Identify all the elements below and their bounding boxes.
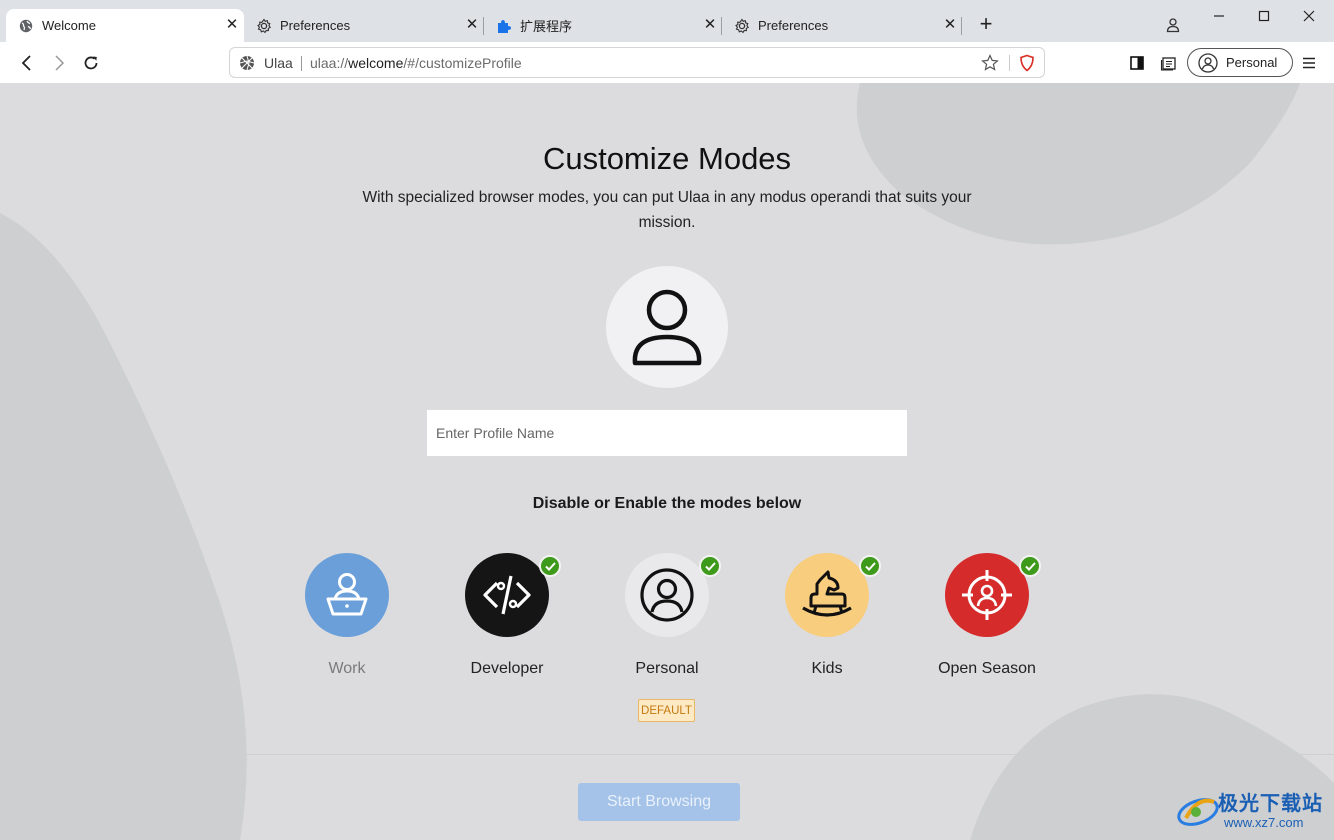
site-label: Ulaa [264,55,293,71]
toolbar: Ulaa ulaa://welcome/#/customizeProfile P… [0,42,1334,84]
mode-label: Kids [811,660,843,677]
omnibox-divider [1009,55,1010,71]
gear-icon [734,18,750,34]
mode-label: Work [328,660,366,677]
check-icon [1019,555,1041,577]
mode-developer[interactable]: Developer [427,553,587,678]
tab-label: Preferences [280,18,351,33]
page-content: Customize Modes With specialized browser… [0,83,1334,840]
mode-kids-circle[interactable] [785,553,881,637]
url-scheme: ulaa:// [310,55,349,71]
watermark-text: 极光下载站 [1218,793,1323,815]
tab-strip: Welcome ✕ Preferences ✕ 扩展程序 ✕ Preferenc… [0,0,1334,42]
mode-open-season-circle[interactable] [945,553,1041,637]
tab-divider [961,17,962,35]
hamburger-menu-icon[interactable] [1298,52,1320,74]
modes-heading: Disable or Enable the modes below [532,495,802,512]
new-tab-button[interactable]: + [975,13,997,35]
page-subtitle: With specialized browser modes, you can … [362,189,972,231]
ulaa-logo-icon [239,55,255,76]
page-title: Customize Modes [542,141,792,176]
tab-preferences[interactable]: Preferences ✕ [244,9,484,42]
mode-label: Personal [635,660,699,677]
profile-menu-button[interactable]: Personal [1187,48,1293,77]
sidebar-toggle-icon[interactable] [1126,52,1148,74]
profile-button-label: Personal [1226,55,1278,70]
profile-name-input[interactable] [427,410,907,456]
maximize-icon[interactable] [1253,6,1275,26]
work-laptop-icon [326,573,368,616]
code-icon [483,575,531,615]
url-host: welcome [348,55,404,71]
url-text[interactable]: ulaa://welcome/#/customizeProfile [310,55,522,71]
bookmark-star-icon[interactable] [981,54,999,77]
puzzle-icon [496,18,512,34]
mode-work-circle[interactable] [305,553,389,637]
tab-extensions[interactable]: 扩展程序 ✕ [484,9,722,42]
url-path: /#/customizeProfile [403,55,522,71]
shield-icon[interactable] [1019,54,1035,77]
close-icon[interactable]: ✕ [224,17,240,33]
person-icon [640,568,694,622]
profile-icon[interactable] [1162,15,1184,35]
reader-list-icon[interactable] [1158,52,1180,74]
mode-kids[interactable]: Kids [747,553,907,678]
watermark-logo-icon [1177,798,1219,826]
mode-personal-circle[interactable] [625,553,721,637]
check-icon [699,555,721,577]
mode-open-season[interactable]: Open Season [907,553,1067,678]
globe-icon [18,18,34,34]
reload-icon[interactable] [80,52,102,74]
close-icon[interactable]: ✕ [702,17,718,33]
start-browsing-button[interactable]: Start Browsing [578,783,740,821]
target-person-icon [962,570,1012,620]
mode-label: Open Season [938,660,1036,677]
mode-personal[interactable]: Personal [587,553,747,678]
footer-divider [0,754,1334,755]
tab-label: Welcome [42,18,96,33]
forward-icon[interactable] [48,52,70,74]
check-icon [539,555,561,577]
tab-label: Preferences [758,18,829,33]
check-icon [859,555,881,577]
window-close-icon[interactable] [1298,6,1320,26]
mode-work[interactable]: Work [267,553,427,678]
watermark: 极光下载站 www.xz7.com [1176,786,1326,836]
back-icon[interactable] [16,52,38,74]
rocking-horse-icon [802,570,852,617]
address-bar[interactable]: Ulaa ulaa://welcome/#/customizeProfile [229,47,1045,78]
person-icon [632,289,702,366]
omnibox-divider [301,56,302,71]
minimize-icon[interactable] [1208,6,1230,26]
default-badge: DEFAULT [638,699,695,722]
person-circle-icon [1198,52,1218,73]
tab-label: 扩展程序 [520,19,573,34]
avatar[interactable] [606,266,728,388]
mode-developer-circle[interactable] [465,553,561,637]
tab-welcome[interactable]: Welcome ✕ [6,9,244,42]
tab-preferences-2[interactable]: Preferences ✕ [722,9,962,42]
watermark-url: www.xz7.com [1224,815,1304,830]
mode-label: Developer [470,660,544,677]
close-icon[interactable]: ✕ [464,17,480,33]
close-icon[interactable]: ✕ [942,17,958,33]
gear-icon [256,18,272,34]
